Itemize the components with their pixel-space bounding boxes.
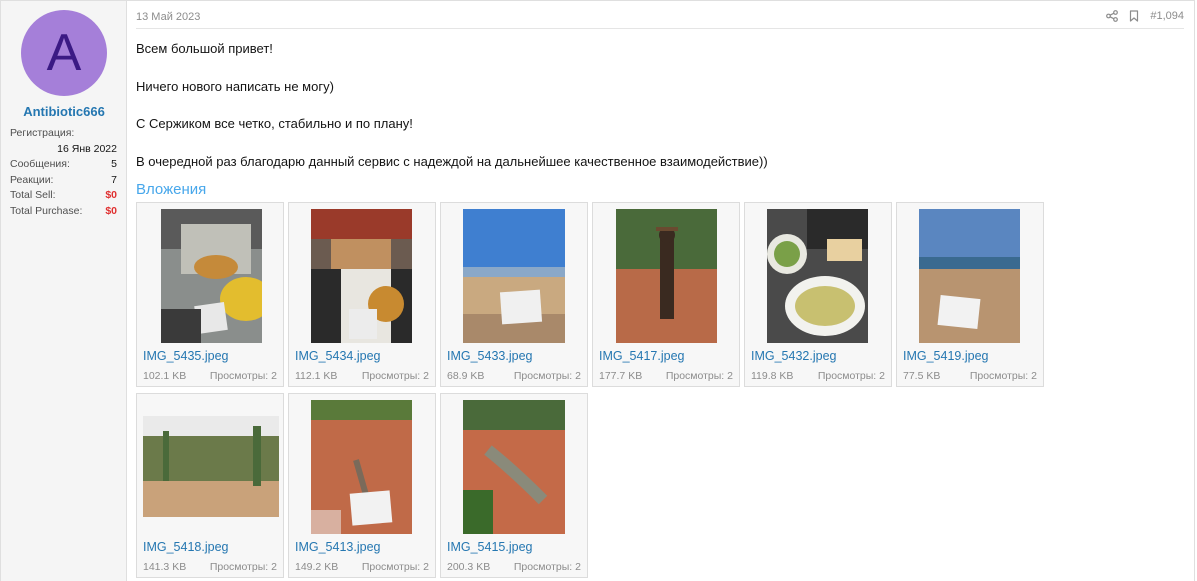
attachment-item[interactable]: IMG_5413.jpeg 149.2 KB Просмотры: 2 [288, 393, 436, 578]
attachment-views: Просмотры: 2 [817, 370, 885, 382]
post-body: Всем большой привет! Ничего нового напис… [136, 39, 768, 189]
attachment-size: 141.3 KB [143, 561, 187, 573]
attachment-size: 102.1 KB [143, 370, 187, 382]
post-line: В очередной раз благодарю данный сервис … [136, 153, 768, 169]
divider [136, 28, 1184, 29]
reg-label: Регистрация: [10, 127, 75, 139]
attachment-item[interactable]: IMG_5433.jpeg 68.9 KB Просмотры: 2 [440, 202, 588, 387]
total-purchase-label: Total Purchase: [10, 204, 83, 217]
attachment-item[interactable]: IMG_5418.jpeg 141.3 KB Просмотры: 2 [136, 393, 284, 578]
attachment-name[interactable]: IMG_5415.jpeg [447, 540, 532, 554]
attachment-size: 112.1 KB [295, 370, 338, 382]
attachment-name[interactable]: IMG_5433.jpeg [447, 349, 532, 363]
bookmark-icon[interactable] [1129, 10, 1139, 22]
attachment-views: Просмотры: 2 [209, 370, 277, 382]
attachment-size: 200.3 KB [447, 561, 491, 573]
attachment-item[interactable]: IMG_5435.jpeg 102.1 KB Просмотры: 2 [136, 202, 284, 387]
attachment-name[interactable]: IMG_5432.jpeg [751, 349, 836, 363]
total-sell-value: $0 [105, 189, 117, 201]
attachment-name[interactable]: IMG_5434.jpeg [295, 349, 380, 363]
attachment-name[interactable]: IMG_5435.jpeg [143, 349, 228, 363]
attachment-item[interactable]: IMG_5432.jpeg 119.8 KB Просмотры: 2 [744, 202, 892, 387]
attachment-name[interactable]: IMG_5413.jpeg [295, 540, 380, 554]
post-main: 13 Май 2023 #1,094 Всем большой привет! … [127, 1, 1194, 581]
attachment-thumbnail[interactable] [919, 209, 1020, 343]
reg-value: 16 Янв 2022 [57, 142, 117, 155]
attachment-size: 119.8 KB [751, 370, 794, 382]
attachment-thumbnail[interactable] [143, 416, 279, 517]
attachment-thumbnail[interactable] [616, 209, 717, 343]
post-number[interactable]: #1,094 [1150, 10, 1184, 22]
username-link[interactable]: Antibiotic666 [1, 104, 127, 119]
attachment-item[interactable]: IMG_5419.jpeg 77.5 KB Просмотры: 2 [896, 202, 1044, 387]
attachment-views: Просмотры: 2 [209, 561, 277, 573]
forum-post: A Antibiotic666 Регистрация: 16 Янв 2022… [0, 0, 1195, 581]
user-panel: A Antibiotic666 Регистрация: 16 Янв 2022… [1, 1, 127, 581]
attachment-thumbnail[interactable] [767, 209, 868, 343]
total-sell-label: Total Sell: [10, 189, 56, 201]
post-line: Ничего нового написать не могу) [136, 78, 334, 94]
attachment-item[interactable]: IMG_5417.jpeg 177.7 KB Просмотры: 2 [592, 202, 740, 387]
attachments-title: Вложения [136, 181, 207, 198]
post-line: Всем большой привет! [136, 41, 273, 56]
attachment-size: 177.7 KB [599, 370, 643, 382]
attachment-thumbnail[interactable] [463, 400, 565, 534]
attachment-thumbnail[interactable] [161, 209, 262, 343]
attachment-views: Просмотры: 2 [361, 561, 429, 573]
user-stats: Регистрация: 16 Янв 2022 Сообщения: 5 Реа… [10, 126, 117, 219]
attachment-item[interactable]: IMG_5434.jpeg 112.1 KB Просмотры: 2 [288, 202, 436, 387]
attachment-thumbnail[interactable] [463, 209, 565, 343]
attachment-size: 149.2 KB [295, 561, 339, 573]
attachment-name[interactable]: IMG_5417.jpeg [599, 349, 684, 363]
attachment-item[interactable]: IMG_5415.jpeg 200.3 KB Просмотры: 2 [440, 393, 588, 578]
attachment-views: Просмотры: 2 [969, 370, 1037, 382]
messages-value: 5 [111, 158, 117, 170]
reactions-value: 7 [111, 173, 117, 186]
messages-label: Сообщения: [10, 158, 70, 170]
total-purchase-value: $0 [105, 204, 117, 217]
attachment-views: Просмотры: 2 [361, 370, 429, 382]
post-date[interactable]: 13 Май 2023 [136, 11, 200, 23]
attachment-size: 77.5 KB [903, 370, 941, 382]
share-icon[interactable] [1106, 10, 1119, 22]
attachment-views: Просмотры: 2 [513, 370, 581, 382]
attachment-thumbnail[interactable] [311, 400, 412, 534]
reactions-label: Реакции: [10, 173, 54, 186]
attachment-name[interactable]: IMG_5418.jpeg [143, 540, 228, 554]
attachment-size: 68.9 KB [447, 370, 485, 382]
attachment-thumbnail[interactable] [311, 209, 412, 343]
post-actions: #1,094 [1106, 10, 1184, 22]
attachment-name[interactable]: IMG_5419.jpeg [903, 349, 988, 363]
attachment-views: Просмотры: 2 [665, 370, 733, 382]
attachment-views: Просмотры: 2 [513, 561, 581, 573]
post-line: С Сержиком все четко, стабильно и по пла… [136, 116, 413, 131]
avatar[interactable]: A [21, 10, 107, 96]
